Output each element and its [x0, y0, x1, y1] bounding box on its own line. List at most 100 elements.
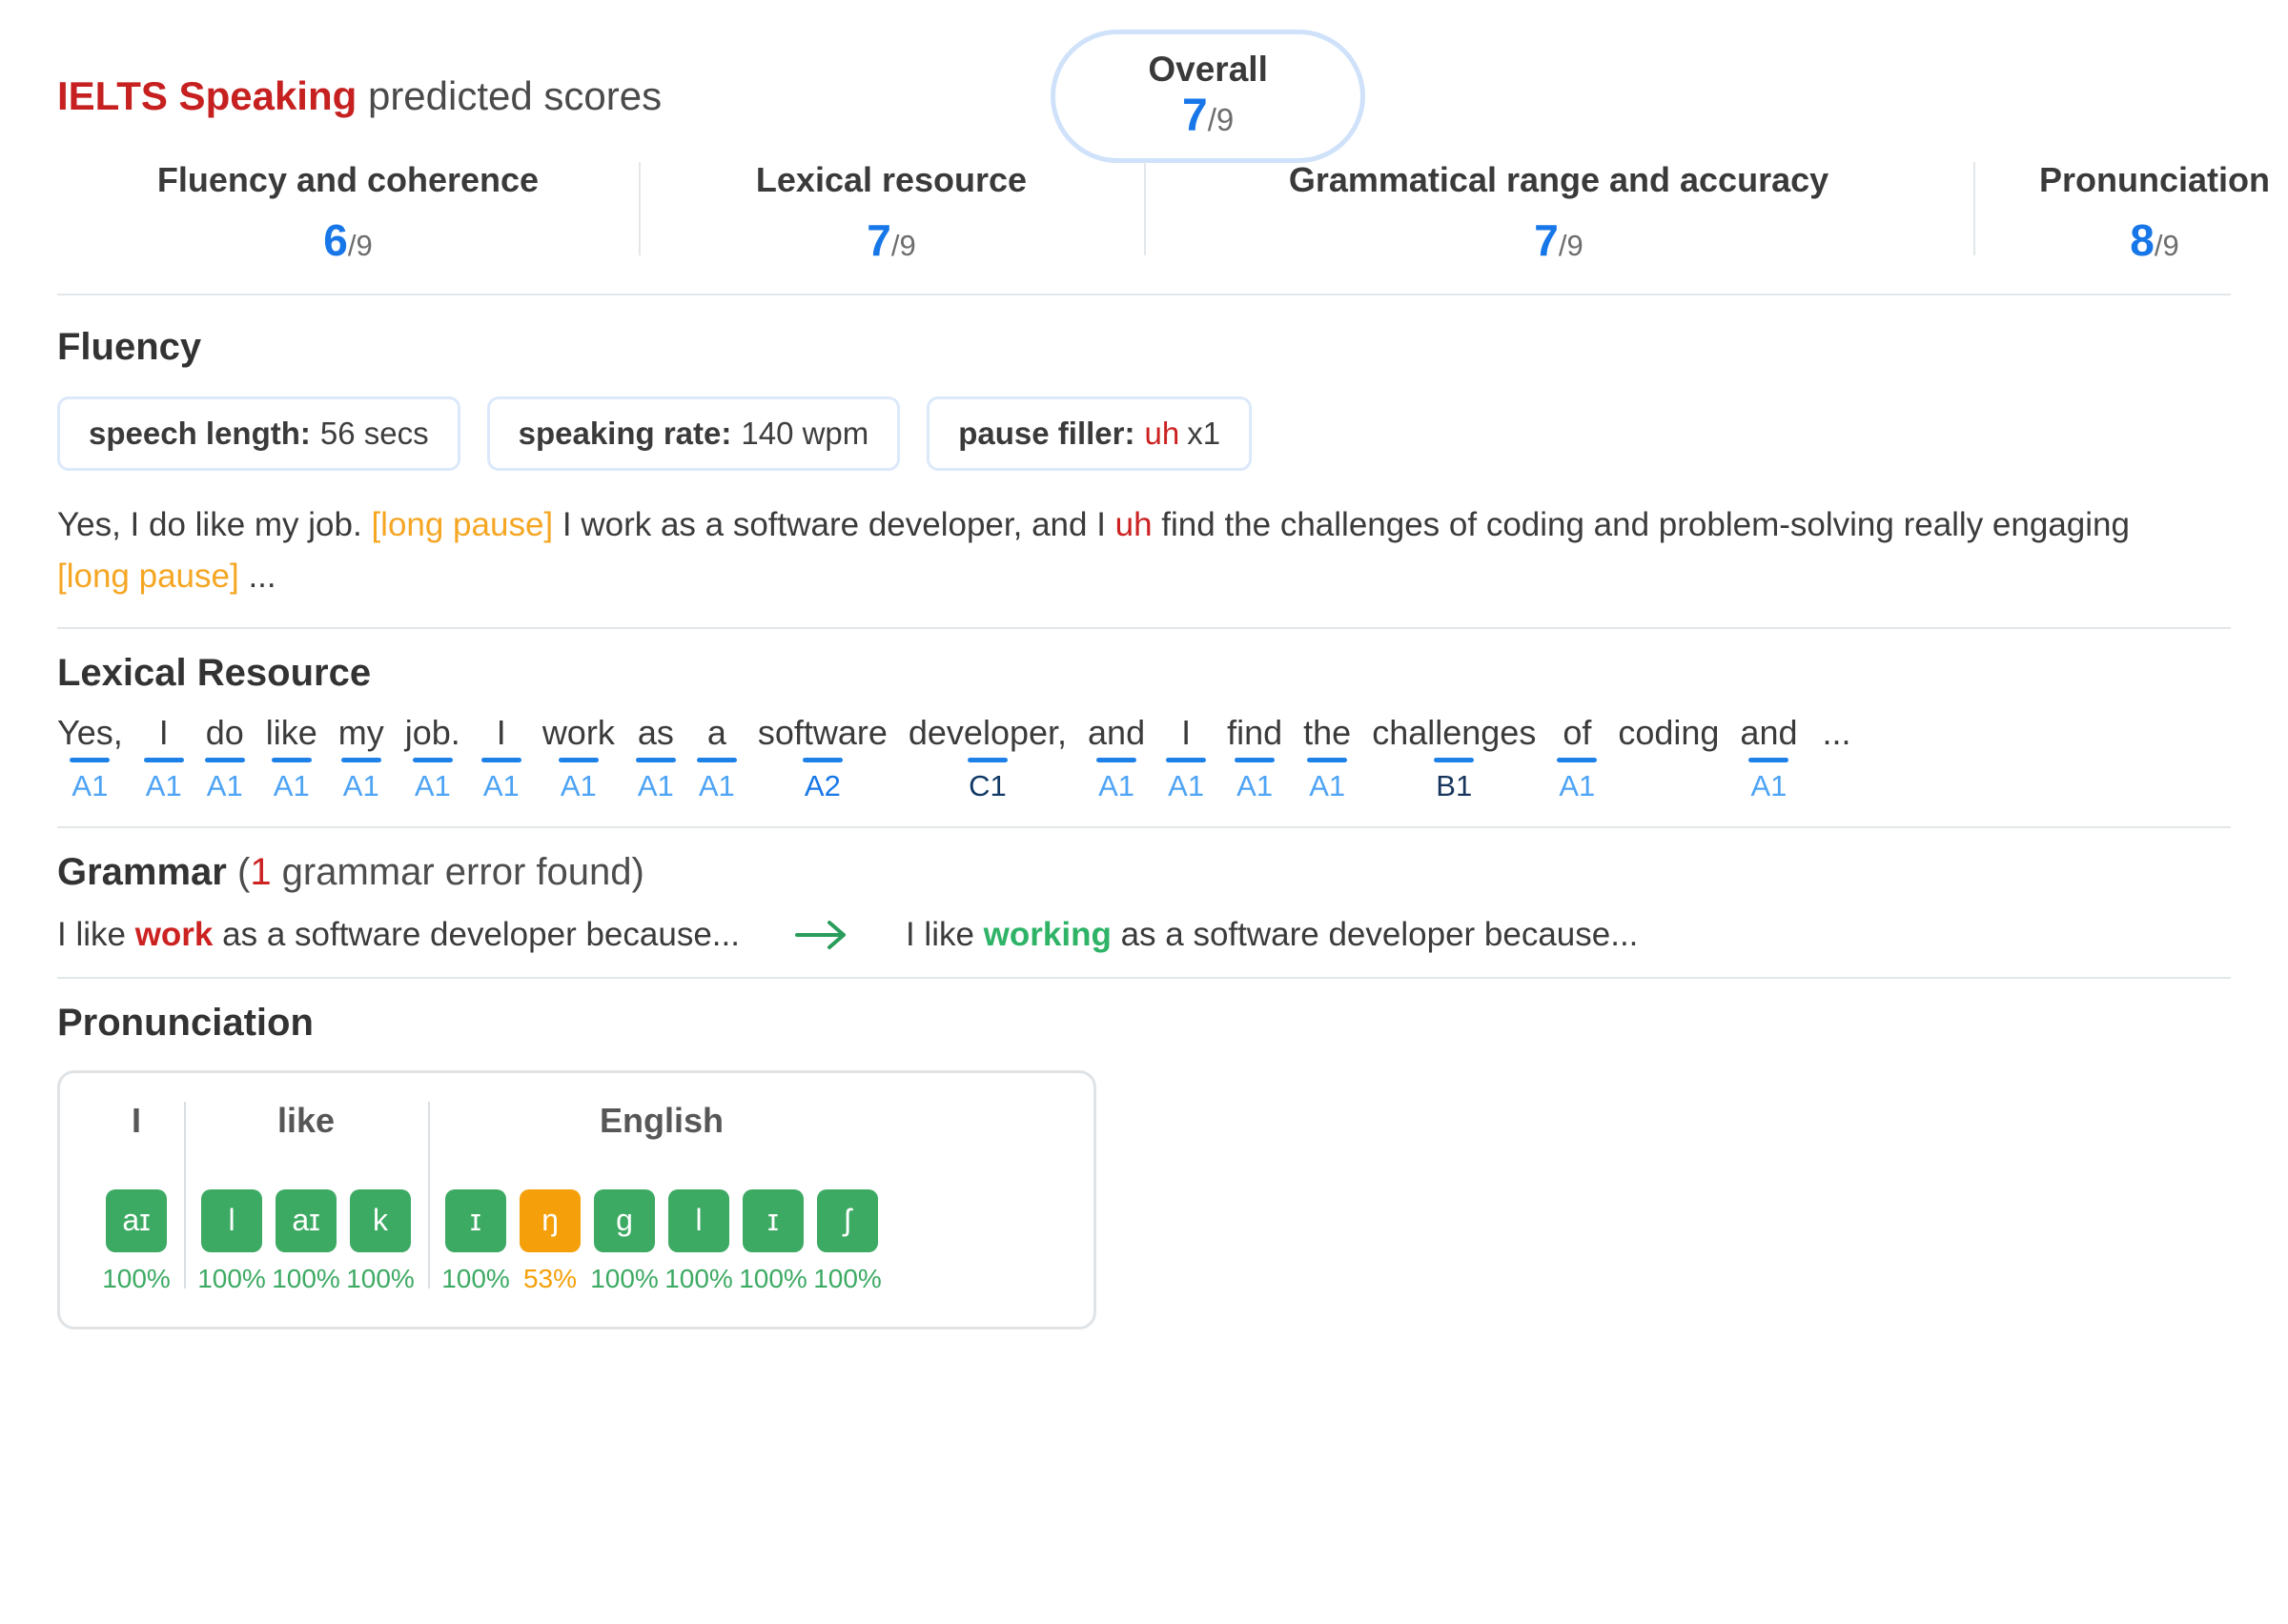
phoneme-chip[interactable]: l: [201, 1189, 262, 1252]
lexical-word-underline: [272, 758, 312, 762]
fluency-transcript: Yes, I do like my job. [long pause] I wo…: [57, 499, 2183, 603]
overall-label: Overall: [1148, 51, 1267, 89]
criterion-fluency-and-coherence: Fluency and coherence 6/9: [57, 158, 639, 267]
grammar-corrected-sentence: I like working as a software developer b…: [906, 916, 1638, 954]
section-heading-lexical-resource: Lexical Resource: [57, 650, 2231, 696]
section-heading-grammar: Grammar (1 grammar error found): [57, 849, 2231, 895]
lexical-word: asA1: [636, 711, 676, 802]
criterion-grammatical-range-and-accuracy: Grammatical range and accuracy 7/9: [1144, 158, 1973, 267]
lexical-word-underline: [559, 758, 599, 762]
criterion-label: Fluency and coherence: [82, 158, 614, 203]
criterion-score-denominator: /9: [1559, 229, 1583, 262]
lexical-word-text: and: [1088, 711, 1145, 754]
lexical-cefr-level: A1: [72, 770, 108, 802]
lexical-word-underline: [1235, 758, 1275, 762]
lexical-word-text: I: [1181, 711, 1191, 754]
section-heading-fluency: Fluency: [57, 324, 2231, 370]
lexical-word-underline: [1434, 758, 1474, 762]
lexical-word: softwareA2: [758, 711, 888, 802]
lexical-word: Yes, A1: [57, 711, 123, 802]
divider: [57, 627, 2231, 629]
lexical-word: workA1: [542, 711, 615, 802]
phoneme-row: aɪ100%: [106, 1189, 167, 1294]
criterion-score: 7/9: [664, 214, 1119, 267]
lexical-word-underline: [481, 758, 521, 762]
metric-label: speaking rate:: [519, 416, 732, 452]
long-pause-marker: [long pause]: [371, 506, 553, 543]
lexical-word-underline: [205, 758, 245, 762]
divider: [57, 826, 2231, 828]
phoneme-chip[interactable]: ŋ: [520, 1189, 581, 1252]
pronunciation-word-label: English: [600, 1100, 724, 1144]
lexical-word-underline: [70, 758, 110, 762]
phoneme-score: 100%: [664, 1264, 733, 1294]
lexical-word-text: job.: [405, 711, 460, 754]
lexical-word-text: as: [638, 711, 674, 754]
lexical-cefr-level: [1665, 770, 1673, 802]
pronunciation-word-group: Englishɪ100%ŋ53%g100%l100%ɪ100%ʃ100%: [428, 1100, 895, 1294]
phoneme-chip[interactable]: ɪ: [743, 1189, 804, 1252]
criteria-scores: Fluency and coherence 6/9 Lexical resour…: [57, 158, 2231, 280]
lexical-word-underline: [803, 758, 843, 762]
phoneme-item[interactable]: k100%: [350, 1189, 411, 1294]
phoneme-score: 100%: [590, 1264, 659, 1294]
metric-speech-length: speech length: 56 secs: [57, 396, 460, 471]
lexical-cefr-level: A2: [805, 770, 841, 802]
criterion-score-denominator: /9: [348, 229, 373, 262]
phoneme-item[interactable]: aɪ100%: [106, 1189, 167, 1294]
lexical-word-underline: [1096, 758, 1136, 762]
phoneme-chip[interactable]: g: [594, 1189, 655, 1252]
criterion-score: 8/9: [1998, 214, 2288, 267]
lexical-cefr-level: A1: [699, 770, 735, 802]
phoneme-chip[interactable]: aɪ: [276, 1189, 337, 1252]
phoneme-item[interactable]: g100%: [594, 1189, 655, 1294]
lexical-word: findA1: [1227, 711, 1282, 802]
lexical-cefr-level: A1: [1559, 770, 1595, 802]
lexical-word-underline: [1648, 758, 1688, 762]
page-title: IELTS Speaking predicted scores: [57, 73, 662, 119]
phoneme-item[interactable]: ɪ100%: [743, 1189, 804, 1294]
page-title-suffix: predicted scores: [357, 73, 662, 118]
phoneme-item[interactable]: aɪ100%: [276, 1189, 337, 1294]
phoneme-chip[interactable]: k: [350, 1189, 411, 1252]
criterion-label: Lexical resource: [664, 158, 1119, 203]
lexical-word-text: Yes,: [57, 711, 123, 754]
pronunciation-word-label: I: [132, 1100, 141, 1144]
lexical-word: coding: [1618, 711, 1719, 802]
metric-filler-count: x1: [1187, 416, 1220, 452]
phoneme-item[interactable]: ɪ100%: [445, 1189, 506, 1294]
phoneme-item[interactable]: l100%: [668, 1189, 729, 1294]
grammar-corrected-word: working: [984, 916, 1112, 953]
phoneme-chip[interactable]: l: [668, 1189, 729, 1252]
metric-pause-filler: pause filler: uh x1: [927, 396, 1252, 471]
phoneme-chip[interactable]: ɪ: [445, 1189, 506, 1252]
pronunciation-word-groups: Iaɪ100%likel100%aɪ100%k100%Englishɪ100%ŋ…: [89, 1100, 1065, 1294]
phoneme-item[interactable]: l100%: [201, 1189, 262, 1294]
lexical-word-list: Yes,A1IA1doA1likeA1myA1job.A1IA1workA1as…: [57, 711, 2231, 802]
phoneme-item[interactable]: ŋ53%: [520, 1189, 581, 1294]
lexical-word-underline: [697, 758, 737, 762]
phoneme-chip[interactable]: ʃ: [817, 1189, 878, 1252]
grammar-error-word: work: [135, 916, 214, 953]
phoneme-score: 100%: [441, 1264, 510, 1294]
lexical-word-underline: [1166, 758, 1206, 762]
phoneme-score: 100%: [272, 1264, 340, 1294]
lexical-word-underline: [413, 758, 453, 762]
transcript-part: find the challenges of coding and proble…: [1153, 506, 2130, 543]
lexical-word: likeA1: [266, 711, 317, 802]
grammar-corrected-pre: I like: [906, 916, 984, 953]
phoneme-chip[interactable]: aɪ: [106, 1189, 167, 1252]
lexical-word-text: a: [707, 711, 726, 754]
transcript-part: I work as a software developer, and I: [553, 506, 1114, 543]
lexical-cefr-level: C1: [969, 770, 1007, 802]
lexical-word: myA1: [338, 711, 384, 802]
phoneme-item[interactable]: ʃ100%: [817, 1189, 878, 1294]
fluency-metrics: speech length: 56 secs speaking rate: 14…: [57, 396, 2231, 471]
phoneme-row: ɪ100%ŋ53%g100%l100%ɪ100%ʃ100%: [445, 1189, 878, 1294]
lexical-word-text: work: [542, 711, 615, 754]
lexical-word-underline: [968, 758, 1008, 762]
divider: [57, 977, 2231, 979]
lexical-cefr-level: A1: [146, 770, 182, 802]
criterion-label: Grammatical range and accuracy: [1169, 158, 1949, 203]
lexical-word-text: and: [1740, 711, 1797, 754]
